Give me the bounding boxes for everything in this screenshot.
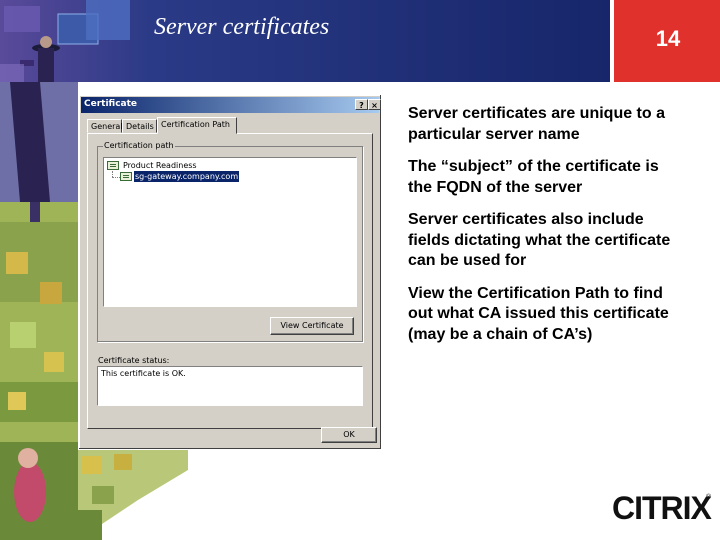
close-button[interactable]: × (368, 99, 381, 110)
slide-number: 14 (655, 26, 681, 51)
view-certificate-button[interactable]: View Certificate (270, 317, 354, 335)
bullet-item: Server certificates also include fields … (408, 211, 671, 269)
tree-item-label-selected: sg-gateway.company.com (134, 171, 240, 182)
ok-button[interactable]: OK (321, 427, 377, 443)
tab-general[interactable]: General (87, 119, 123, 133)
bottom-artwork-graphic (78, 450, 188, 540)
left-artwork (0, 82, 78, 540)
certificate-status-label: Certificate status: (97, 356, 171, 365)
dialog-titlebar[interactable]: Certificate ? × (81, 97, 381, 113)
certificate-icon (120, 172, 132, 181)
registered-mark: ® (706, 494, 712, 501)
certification-path-tree[interactable]: Product Readiness sg-gateway.company.com (103, 157, 357, 307)
slide-number-box: 14 (612, 0, 720, 82)
bullet-item: View the Certification Path to find out … (408, 284, 669, 343)
certificate-status-group: Certificate status: This certificate is … (97, 356, 363, 422)
header-artwork (0, 0, 610, 82)
bullet-item: Server certificates are unique to a part… (408, 105, 665, 143)
tree-item-label: Product Readiness (123, 161, 197, 170)
certification-path-panel: Certification path Product Readiness sg-… (87, 133, 373, 429)
certification-path-group: Certification path Product Readiness sg-… (97, 141, 363, 342)
bullet-list: Server certificates are unique to a part… (408, 104, 678, 357)
citrix-logo: CITRIX ® (612, 490, 712, 526)
tree-connector (112, 177, 120, 179)
bottom-artwork (78, 450, 188, 540)
bullet-item: The “subject” of the certificate is the … (408, 158, 659, 196)
certificate-icon (107, 161, 119, 170)
citrix-logo-text: CITRIX (612, 490, 712, 526)
tab-details[interactable]: Details (122, 119, 157, 133)
tab-certification-path[interactable]: Certification Path (157, 117, 237, 134)
dialog-title: Certificate (84, 99, 138, 109)
help-button[interactable]: ? (355, 99, 368, 110)
header-banner: Server certificates (0, 0, 610, 82)
certificate-dialog: Certificate ? × General Details Certific… (78, 94, 382, 450)
certification-path-label: Certification path (103, 141, 175, 150)
left-artwork-graphic (0, 82, 78, 540)
slide-title: Server certificates (154, 14, 330, 40)
certificate-status-box: This certificate is OK. (97, 366, 363, 406)
